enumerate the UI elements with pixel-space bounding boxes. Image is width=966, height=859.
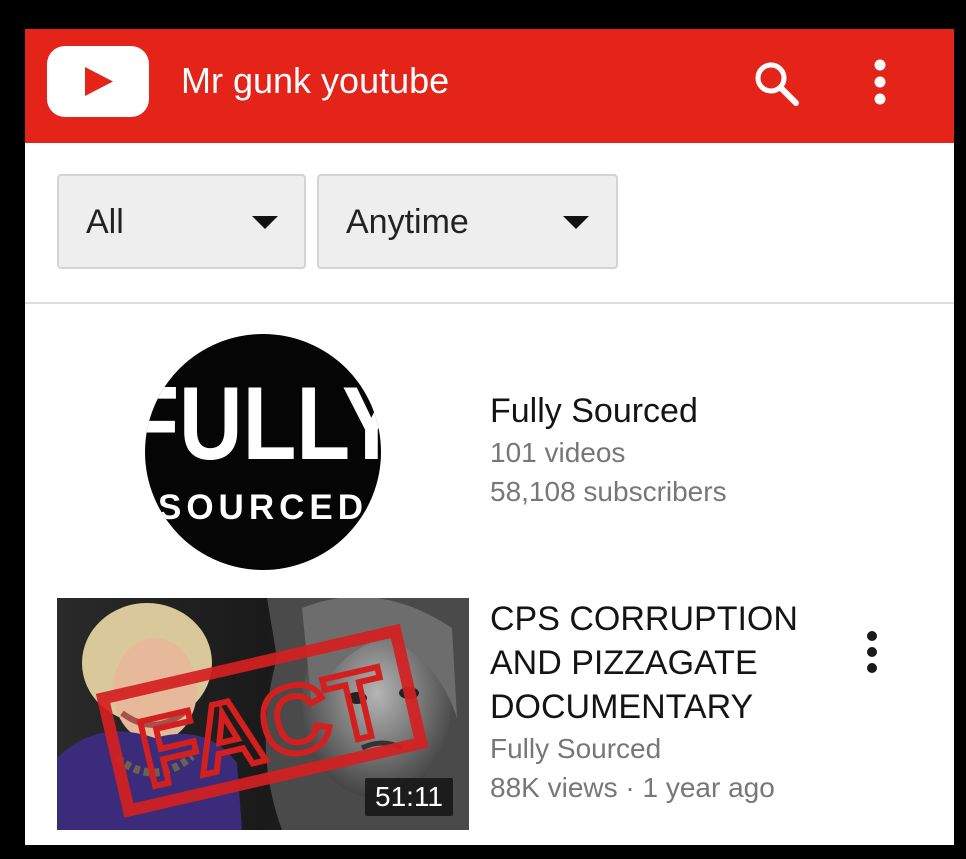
- date-filter-dropdown[interactable]: Anytime: [317, 174, 618, 269]
- video-title-line: DOCUMENTARY: [490, 688, 754, 726]
- svg-text:FULLY: FULLY: [145, 366, 381, 481]
- video-title-line: CPS CORRUPTION: [490, 600, 798, 638]
- svg-text:SOURCED: SOURCED: [158, 488, 368, 527]
- video-views-age: 88K views · 1 year ago: [490, 772, 775, 803]
- caret-down-icon: [252, 216, 278, 229]
- fully-sourced-logo: FULLY SOURCED: [145, 366, 381, 527]
- video-duration: 51:11: [365, 778, 453, 816]
- video-info: CPS CORRUPTION AND PIZZAGATE DOCUMENTARY…: [490, 597, 835, 807]
- play-icon: [85, 67, 113, 96]
- video-channel-name[interactable]: Fully Sourced: [490, 729, 835, 768]
- channel-avatar[interactable]: FULLY SOURCED: [145, 334, 381, 570]
- channel-subscriber-count: 58,108 subscribers: [490, 476, 727, 507]
- video-title[interactable]: CPS CORRUPTION AND PIZZAGATE DOCUMENTARY: [490, 597, 835, 729]
- channel-info[interactable]: Fully Sourced 101 videos 58,108 subscrib…: [490, 389, 930, 511]
- more-vert-icon[interactable]: [865, 57, 895, 107]
- date-filter-label: Anytime: [346, 203, 469, 241]
- app-header: Mr gunk youtube: [25, 29, 954, 143]
- type-filter-label: All: [86, 203, 124, 241]
- type-filter-dropdown[interactable]: All: [57, 174, 306, 269]
- video-title-line: AND PIZZAGATE: [490, 644, 758, 682]
- caret-down-icon: [563, 216, 589, 229]
- channel-video-count: 101 videos: [490, 437, 626, 468]
- youtube-logo-icon[interactable]: [47, 46, 149, 117]
- channel-name: Fully Sourced: [490, 392, 698, 430]
- app-screen: Mr gunk youtube All Anytime ULL SOURCED …: [25, 29, 954, 845]
- search-icon[interactable]: [752, 59, 800, 107]
- app-title: Mr gunk youtube: [181, 60, 450, 101]
- divider: [25, 302, 954, 304]
- video-thumbnail[interactable]: FACT 51:11: [57, 598, 469, 830]
- video-more-vert-icon[interactable]: [857, 629, 887, 675]
- device-frame: Mr gunk youtube All Anytime ULL SOURCED …: [0, 0, 966, 859]
